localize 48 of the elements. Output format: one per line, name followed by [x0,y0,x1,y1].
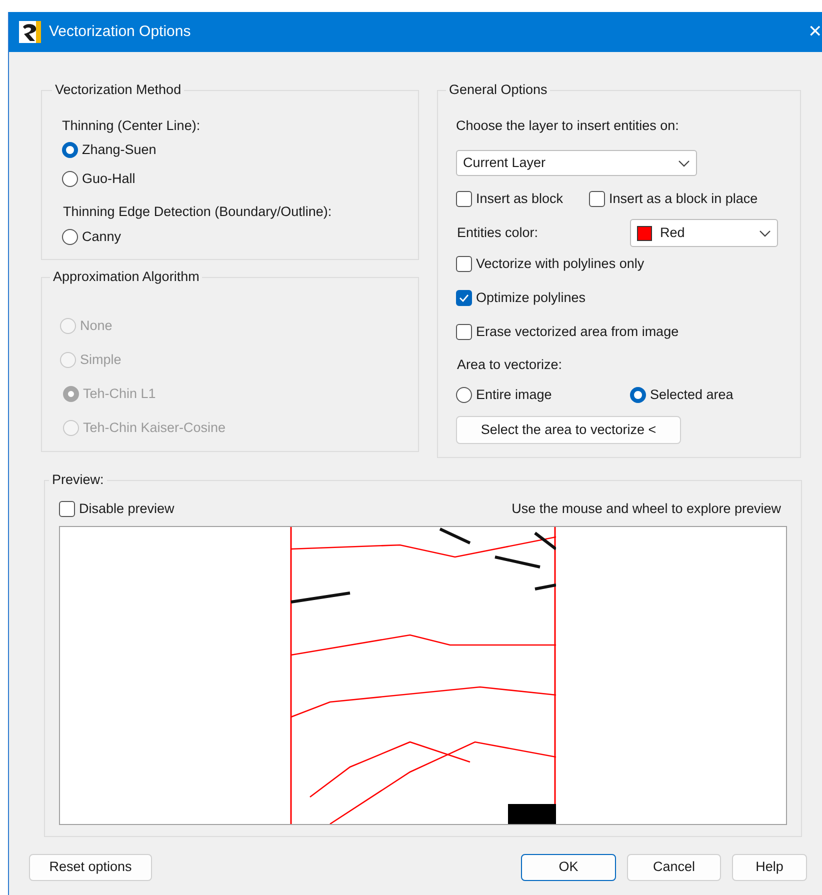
chevron-down-icon [678,160,690,167]
group-title: Approximation Algorithm [52,270,200,285]
dropdown-value: Red [660,224,685,242]
option-label[interactable]: Selected area [650,385,734,406]
radio-button[interactable] [456,387,472,404]
window-title: Vectorization Options [49,22,191,42]
field-label: Choose the layer to insert entities on: [456,116,680,135]
layer-dropdown[interactable]: Current Layer [456,150,697,176]
checkbox[interactable] [59,500,75,517]
check-icon [459,294,469,302]
radio-button[interactable] [62,171,78,188]
chevron-down-icon [759,230,771,237]
close-button[interactable]: ✕ [808,19,822,45]
dropdown-value: Current Layer [463,154,546,172]
section-label: Thinning Edge Detection (Boundary/Outline): [63,203,333,222]
checkbox-label[interactable]: Erase vectorized area from image [476,322,679,342]
app-logo-icon [19,21,41,43]
dialog-button[interactable]: Reset options [29,854,152,881]
dialog-button[interactable]: Help [732,854,807,881]
option-label[interactable]: Canny [82,227,122,248]
group-title: General Options [448,83,548,98]
field-label: Area to vectorize: [457,356,564,374]
radio-button[interactable] [630,387,646,404]
checkbox-label[interactable]: Vectorize with polylines only [476,254,644,274]
section-label: Thinning (Center Line): [62,116,202,135]
color-dropdown[interactable]: Red [630,219,778,248]
dialog-button[interactable]: Cancel [627,854,721,881]
group-title: Preview: [51,473,105,488]
checkbox-label[interactable]: Optimize polylines [476,288,586,308]
select-area-button[interactable]: Select the area to vectorize < [456,416,681,444]
checkbox[interactable] [456,290,472,306]
checkbox[interactable] [456,256,472,272]
radio-button[interactable] [62,142,78,158]
dialog-button[interactable]: OK [521,854,616,881]
checkbox-label[interactable]: Insert as block [476,188,564,210]
option-label[interactable]: Entire image [476,385,552,406]
field-label: Entities color: [456,224,540,242]
group-title: Vectorization Method [54,83,182,98]
checkbox[interactable] [456,324,472,340]
checkbox[interactable] [456,191,472,208]
radio-button[interactable] [62,229,78,246]
option-label[interactable]: Zhang-Suen [82,140,156,160]
option-label[interactable]: Guo-Hall [82,168,136,190]
checkbox-label[interactable]: Insert as a block in place [609,188,758,210]
checkbox[interactable] [589,191,606,208]
hint-text: Use the mouse and wheel to explore preview [512,500,781,518]
preview-canvas[interactable] [59,526,787,825]
checkbox-label[interactable]: Disable preview [79,498,174,519]
